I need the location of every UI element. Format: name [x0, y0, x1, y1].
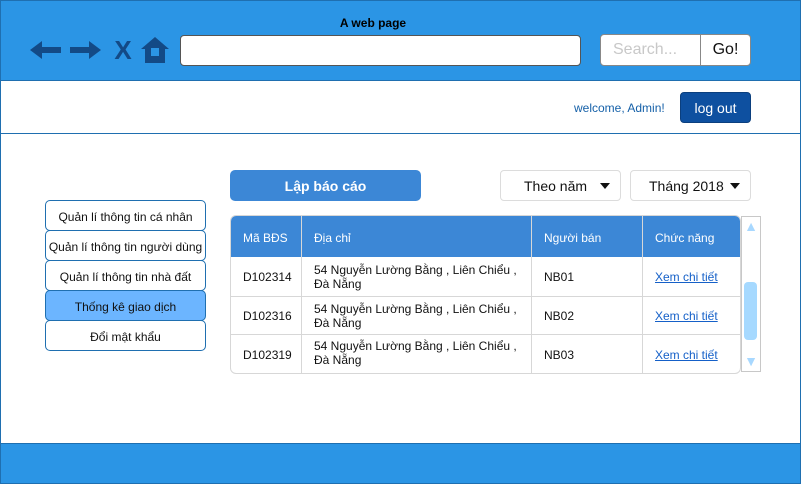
page-title: A web page	[339, 16, 407, 30]
table-row-address: 54 Nguyễn Lường Bằng , Liên Chiểu , Đà N…	[314, 262, 517, 291]
scroll-down-icon[interactable]: ▼	[742, 353, 760, 369]
month-dropdown[interactable]: Tháng 2018	[630, 170, 751, 201]
logout-button[interactable]: log out	[680, 92, 751, 123]
url-bar[interactable]	[180, 35, 581, 66]
scrollbar-thumb[interactable]	[744, 282, 757, 340]
table-row-seller: NB02	[544, 308, 575, 323]
create-report-button[interactable]: Lập báo cáo	[230, 170, 421, 201]
home-button[interactable]	[139, 36, 171, 64]
chevron-down-icon	[600, 183, 610, 189]
scroll-up-icon[interactable]: ▲	[742, 218, 760, 234]
close-icon: X	[114, 35, 132, 65]
table-row-id: D102316	[243, 308, 292, 323]
go-button[interactable]: Go!	[700, 34, 751, 66]
footer-bar	[0, 443, 801, 484]
column-header-id: Mã BĐS	[231, 216, 301, 257]
transactions-table: Mã BĐS Địa chỉ Người bán Chức năng D1023…	[230, 215, 741, 374]
welcome-text: welcome, Admin!	[574, 101, 665, 115]
column-header-address: Địa chỉ	[302, 216, 531, 257]
table-row-id: D102314	[243, 269, 292, 284]
close-button[interactable]: X	[108, 36, 138, 64]
table-row-address: 54 Nguyễn Lường Bằng , Liên Chiểu , Đà N…	[314, 339, 517, 367]
forward-button[interactable]	[68, 36, 102, 64]
sidebar-item-user-management[interactable]: Quản lí thông tin người dùng	[45, 230, 206, 261]
view-detail-link[interactable]: Xem chi tiết	[655, 348, 718, 362]
back-button[interactable]	[29, 36, 63, 64]
column-header-seller: Người bán	[532, 216, 642, 257]
sidebar-item-transaction-stats[interactable]: Thống kê giao dịch	[45, 290, 206, 321]
arrow-right-icon	[70, 41, 101, 59]
home-icon	[141, 37, 169, 63]
view-detail-link[interactable]: Xem chi tiết	[655, 309, 718, 323]
sidebar-item-personal-info[interactable]: Quản lí thông tin cá nhân	[45, 200, 206, 231]
table-row-seller: NB01	[544, 269, 575, 284]
table-row-id: D102319	[243, 348, 292, 362]
period-dropdown-value: Theo năm	[524, 177, 588, 194]
sidebar-item-change-password[interactable]: Đổi mật khẩu	[45, 320, 206, 351]
search-input[interactable]	[600, 34, 702, 66]
period-dropdown[interactable]: Theo năm	[500, 170, 621, 201]
table-row-seller: NB03	[544, 348, 575, 362]
sidebar-item-property-management[interactable]: Quản lí thông tin nhà đất	[45, 260, 206, 291]
arrow-left-icon	[30, 41, 61, 59]
table-row-address: 54 Nguyễn Lường Bằng , Liên Chiểu , Đà N…	[314, 301, 517, 330]
column-header-action: Chức năng	[643, 216, 740, 257]
view-detail-link[interactable]: Xem chi tiết	[655, 270, 718, 284]
chevron-down-icon	[730, 183, 740, 189]
month-dropdown-value: Tháng 2018	[649, 177, 724, 194]
